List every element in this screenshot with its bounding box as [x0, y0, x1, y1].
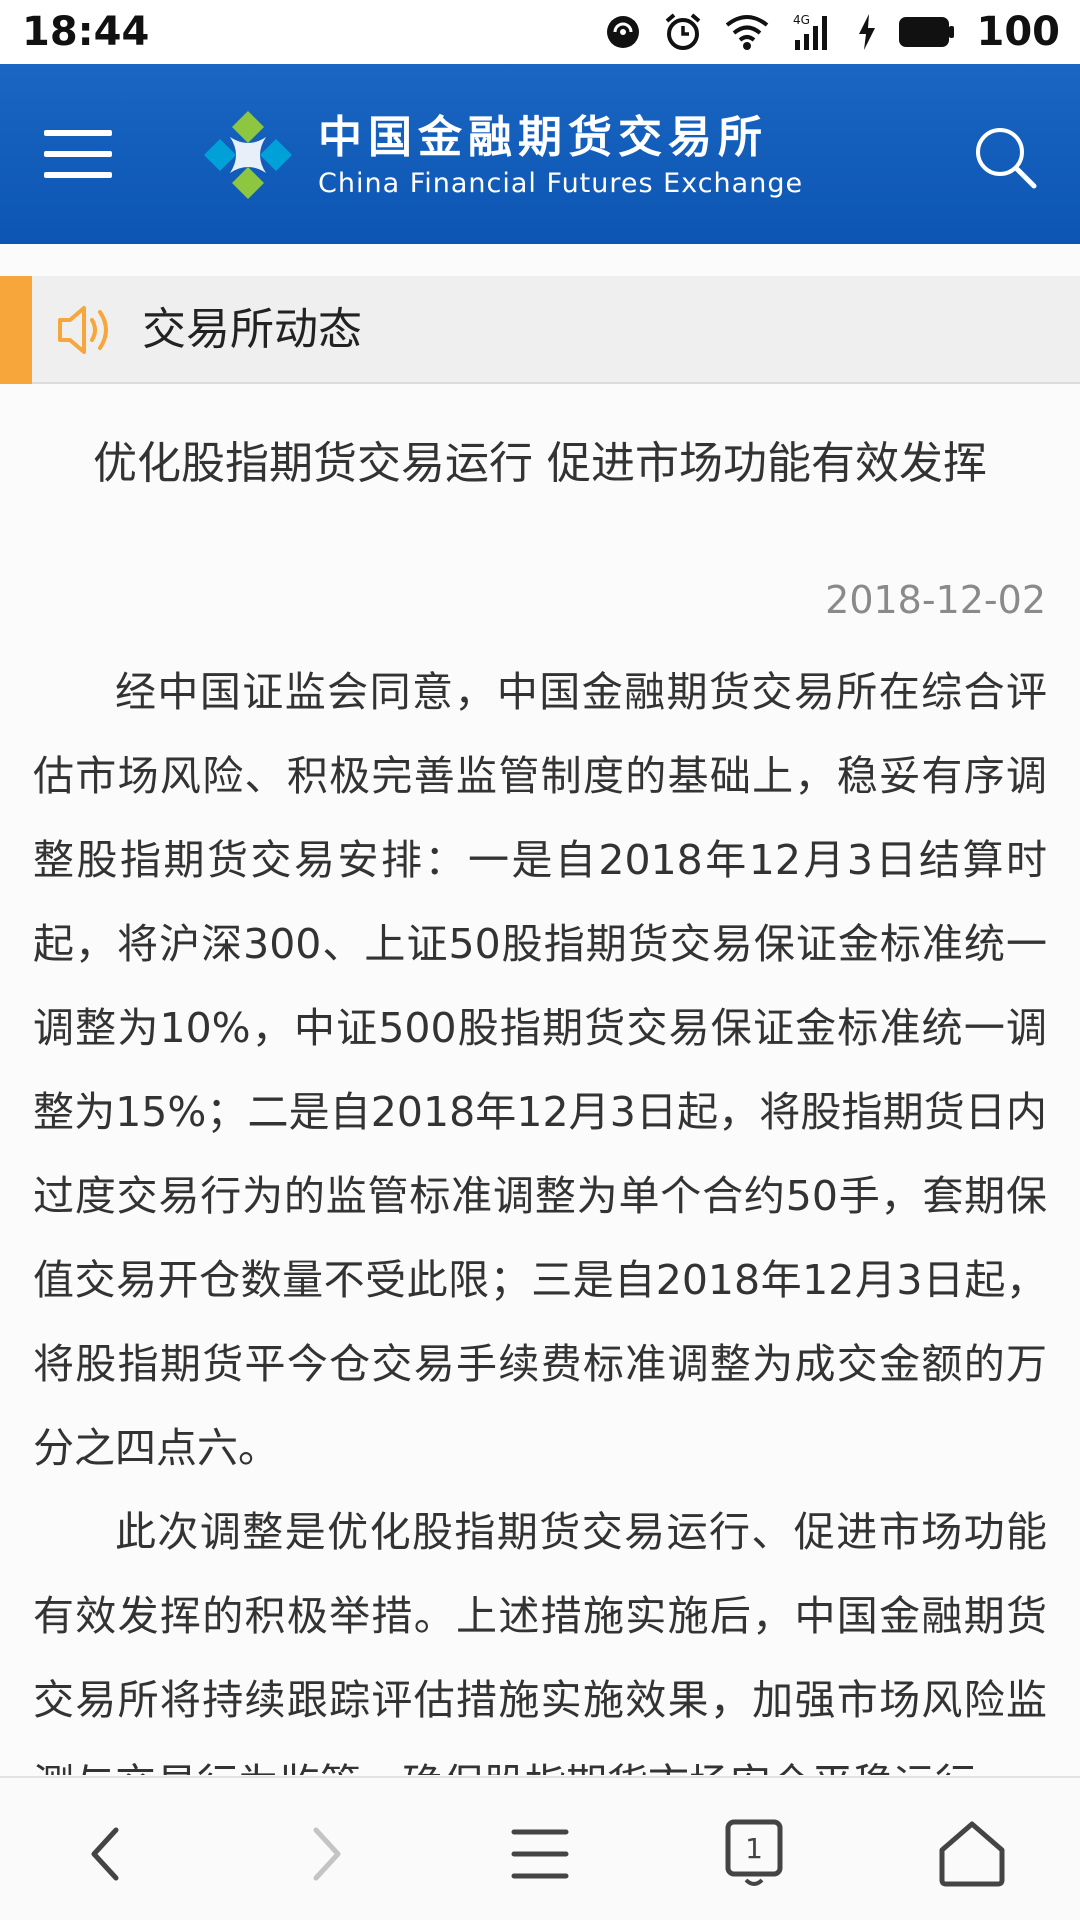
section-header: 交易所动态	[0, 276, 1080, 384]
menu-icon[interactable]	[500, 1814, 580, 1894]
logo-chinese-name: 中国金融期货交易所	[318, 112, 768, 163]
tab-count: 1	[745, 1831, 763, 1865]
battery-icon	[898, 17, 954, 47]
section-accent-bar	[0, 276, 32, 384]
status-bar: 18:44 4G 100	[0, 0, 1080, 64]
cffex-logo[interactable]: 中国金融期货交易所 China Financial Futures Exchan…	[200, 102, 860, 208]
app-header: 中国金融期货交易所 China Financial Futures Exchan…	[0, 64, 1080, 244]
back-icon[interactable]	[68, 1814, 148, 1894]
section-title: 交易所动态	[142, 304, 362, 355]
browser-bottom-nav: 1	[0, 1776, 1080, 1920]
article-body: 经中国证监会同意，中国金融期货交易所在综合评估市场风险、积极完善监管制度的基础上…	[33, 650, 1047, 1775]
forward-icon[interactable]	[284, 1814, 364, 1894]
status-time: 18:44	[22, 9, 150, 55]
logo-english-name: China Financial Futures Exchange	[318, 168, 804, 199]
svg-text:4G: 4G	[793, 13, 810, 27]
nfc-icon	[606, 16, 639, 48]
article-date: 2018-12-02	[825, 578, 1046, 622]
home-icon[interactable]	[932, 1814, 1012, 1894]
charging-icon	[858, 14, 875, 50]
article-title: 优化股指期货交易运行 促进市场功能有效发挥	[93, 438, 987, 489]
signal-4g-icon: 4G	[793, 13, 827, 50]
cffex-logo-mark-icon	[204, 111, 292, 199]
speaker-icon	[58, 306, 108, 354]
battery-percent: 100	[976, 9, 1061, 55]
hamburger-menu-icon[interactable]	[44, 130, 112, 178]
search-icon[interactable]	[972, 124, 1038, 190]
article-paragraph: 此次调整是优化股指期货交易运行、促进市场功能有效发挥的积极举措。上述措施实施后，…	[33, 1508, 1047, 1775]
wifi-icon	[725, 15, 768, 50]
alarm-icon	[665, 13, 700, 50]
status-icons: 4G 100	[605, 9, 1061, 55]
article-paragraph: 经中国证监会同意，中国金融期货交易所在综合评估市场风险、积极完善监管制度的基础上…	[33, 668, 1047, 1472]
tabs-icon[interactable]: 1	[716, 1814, 796, 1894]
